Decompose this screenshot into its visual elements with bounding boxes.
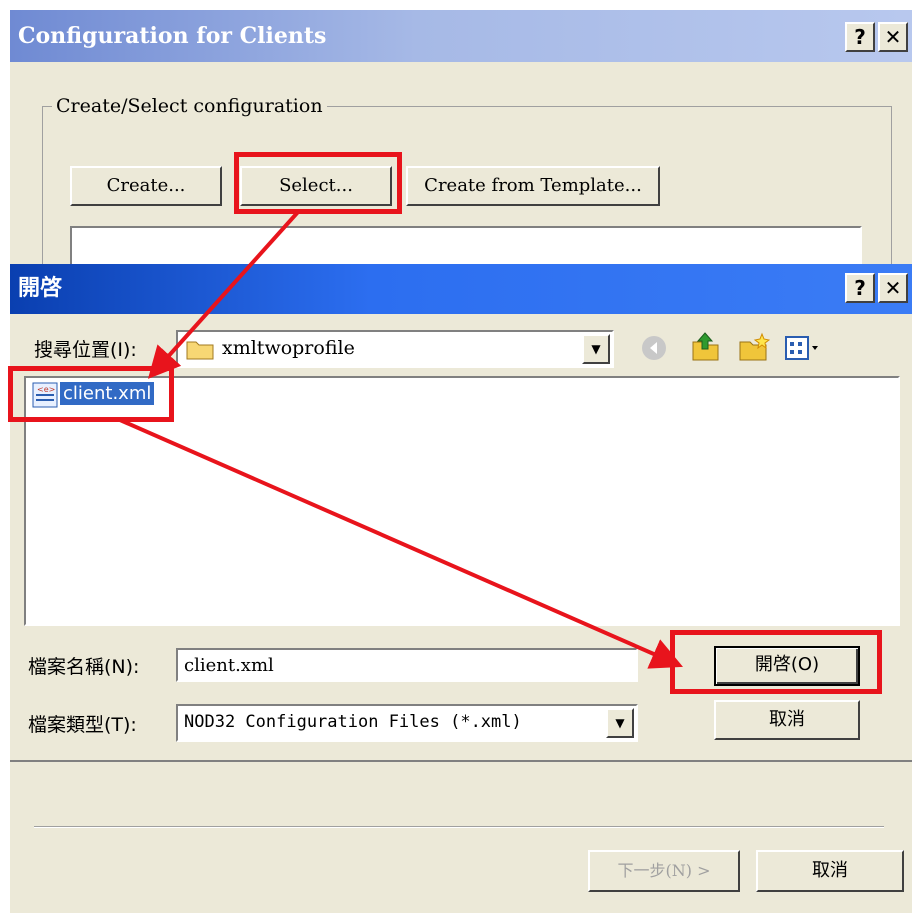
arrow-file-to-open [119,418,683,669]
arrow-select-to-file [147,210,300,379]
annotation-arrows [119,210,683,669]
